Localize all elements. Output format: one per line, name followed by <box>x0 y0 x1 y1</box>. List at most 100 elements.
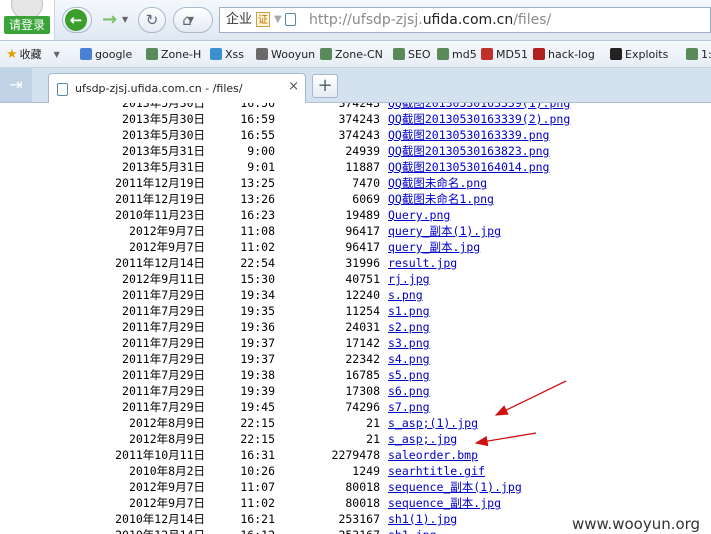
file-date: 2011年7月29日 <box>122 352 205 366</box>
bookmark-item[interactable]: SEO <box>393 41 431 67</box>
file-date: 2013年5月30日 <box>122 103 205 110</box>
file-link[interactable]: rj.jpg <box>388 271 430 287</box>
bookmark-item[interactable]: Exploits <box>610 41 668 67</box>
file-link[interactable]: QQ截图20130530163339.png <box>388 127 549 143</box>
address-bar[interactable]: 企业 证 ▼ http://ufsdp-zjsj.ufida.com.cn/fi… <box>219 7 711 33</box>
file-date: 2011年10月11日 <box>115 448 205 462</box>
file-time: 11:02 <box>240 240 275 254</box>
bookmark-item[interactable]: Wooyun <box>256 41 315 67</box>
file-link[interactable]: result.jpg <box>388 255 457 271</box>
file-size: 31996 <box>345 256 380 270</box>
tab-strip: ⇥ ufsdp-zjsj.ufida.com.cn - /files/ × + <box>0 68 711 103</box>
bookmark-favicon-icon <box>320 48 332 60</box>
certificate-icon[interactable]: 证 <box>256 12 270 27</box>
tab-files[interactable]: ufsdp-zjsj.ufida.com.cn - /files/ × <box>48 73 306 103</box>
bookmark-label: google <box>95 47 133 61</box>
file-date: 2011年12月19日 <box>115 176 205 190</box>
bookmark-item[interactable]: Zone-H <box>146 41 201 67</box>
file-link[interactable]: QQ截图20130530163339(1).png <box>388 103 570 111</box>
file-size: 1249 <box>352 464 380 478</box>
url-suffix: /files/ <box>513 12 552 28</box>
listing-row: 2011年7月29日 19:35 11254 s1.png <box>0 303 711 319</box>
file-link[interactable]: s_asp;(1).jpg <box>388 415 478 431</box>
login-button[interactable]: 请登录 <box>0 0 55 40</box>
file-date: 2013年5月31日 <box>122 144 205 158</box>
forward-button[interactable]: → ▼ <box>98 7 132 33</box>
file-size: 2279478 <box>331 448 380 462</box>
file-link[interactable]: QQ截图20130530163823.png <box>388 143 549 159</box>
file-size: 374243 <box>338 103 380 110</box>
file-link[interactable]: sh1(1).jpg <box>388 511 457 527</box>
file-link[interactable]: query_副本(1).jpg <box>388 223 501 239</box>
listing-row: 2011年12月19日 13:26 6069 QQ截图未命名1.png <box>0 191 711 207</box>
file-link[interactable]: s6.png <box>388 383 430 399</box>
file-link[interactable]: sh1.jpg <box>388 527 436 534</box>
listing-row: 2012年9月7日 11:08 96417 query_副本(1).jpg <box>0 223 711 239</box>
file-link[interactable]: s3.png <box>388 335 430 351</box>
file-link[interactable]: s7.png <box>388 399 430 415</box>
file-time: 16:55 <box>240 128 275 142</box>
file-date: 2011年7月29日 <box>122 368 205 382</box>
file-link[interactable]: saleorder.bmp <box>388 447 478 463</box>
bookmark-item[interactable]: Zone-CN <box>320 41 383 67</box>
file-link[interactable]: query_副本.jpg <box>388 239 480 255</box>
url-text[interactable]: http://ufsdp-zjsj.ufida.com.cn/files/ <box>309 12 551 28</box>
file-link[interactable]: QQ截图未命名.png <box>388 175 487 191</box>
file-time: 16:23 <box>240 208 275 222</box>
file-size: 374243 <box>338 128 380 142</box>
back-button[interactable]: ← <box>62 7 92 33</box>
sidebar-toggle-icon[interactable]: ⇥ <box>0 68 32 102</box>
bookmark-favicon-icon <box>393 48 405 60</box>
file-link[interactable]: QQ截图20130530164014.png <box>388 159 549 175</box>
listing-row: 2012年9月7日 11:07 80018 sequence_副本(1).jpg <box>0 479 711 495</box>
directory-listing: 2013年5月30日 16:56 374243 QQ截图20130530163339(… <box>0 103 711 534</box>
bookmark-item[interactable]: md5 <box>437 41 477 67</box>
listing-row: 2013年5月31日 9:01 11887 QQ截图20130530164014.pn… <box>0 159 711 175</box>
file-size: 24031 <box>345 320 380 334</box>
bookmark-item[interactable]: google <box>80 41 132 67</box>
file-link[interactable]: sequence_副本.jpg <box>388 495 501 511</box>
close-icon[interactable]: × <box>288 79 299 94</box>
new-tab-button[interactable]: + <box>312 74 338 98</box>
file-link[interactable]: s_asp;.jpg <box>388 431 457 447</box>
file-size: 7470 <box>352 176 380 190</box>
file-link[interactable]: s2.png <box>388 319 430 335</box>
file-time: 19:38 <box>240 368 275 382</box>
bookmark-item[interactable]: 1: <box>686 41 711 67</box>
file-date: 2011年7月29日 <box>122 400 205 414</box>
file-time: 13:26 <box>240 192 275 206</box>
bookmark-item[interactable]: Xss <box>210 41 244 67</box>
file-link[interactable]: QQ截图20130530163339(2).png <box>388 111 570 127</box>
file-size: 21 <box>366 432 380 446</box>
file-time: 19:39 <box>240 384 275 398</box>
file-size: 11254 <box>345 304 380 318</box>
chevron-down-icon[interactable]: ▼ <box>174 8 208 32</box>
file-link[interactable]: Query.png <box>388 207 450 223</box>
file-link[interactable]: s.png <box>388 287 423 303</box>
bookmark-favicon-icon <box>256 48 268 60</box>
file-size: 374243 <box>338 112 380 126</box>
file-link[interactable]: s1.png <box>388 303 430 319</box>
file-link[interactable]: searhtitle.gif <box>388 463 485 479</box>
file-link[interactable]: sequence_副本(1).jpg <box>388 479 522 495</box>
bookmark-item[interactable]: hack-log <box>533 41 595 67</box>
home-button[interactable]: ⌂ ▼ <box>173 7 213 33</box>
reload-button[interactable]: ↻ <box>138 7 166 33</box>
file-link[interactable]: s4.png <box>388 351 430 367</box>
bookmark-favicon-icon <box>610 48 622 60</box>
file-link[interactable]: s5.png <box>388 367 430 383</box>
file-time: 19:35 <box>240 304 275 318</box>
file-size: 96417 <box>345 224 380 238</box>
chevron-down-icon[interactable]: ▼ <box>122 7 128 33</box>
chevron-down-icon[interactable]: ▼ <box>274 14 282 25</box>
favorites-menu[interactable]: ★ 收藏 ▼ <box>6 41 60 67</box>
file-time: 22:15 <box>240 432 275 446</box>
bookmark-item[interactable]: MD51 <box>481 41 528 67</box>
file-size: 12240 <box>345 288 380 302</box>
file-link[interactable]: QQ截图未命名1.png <box>388 191 494 207</box>
file-date: 2013年5月30日 <box>122 112 205 126</box>
bookmark-label: Zone-CN <box>335 47 383 61</box>
bookmark-label: md5 <box>452 47 477 61</box>
enterprise-label[interactable]: 企业 <box>226 12 252 28</box>
file-size: 80018 <box>345 496 380 510</box>
